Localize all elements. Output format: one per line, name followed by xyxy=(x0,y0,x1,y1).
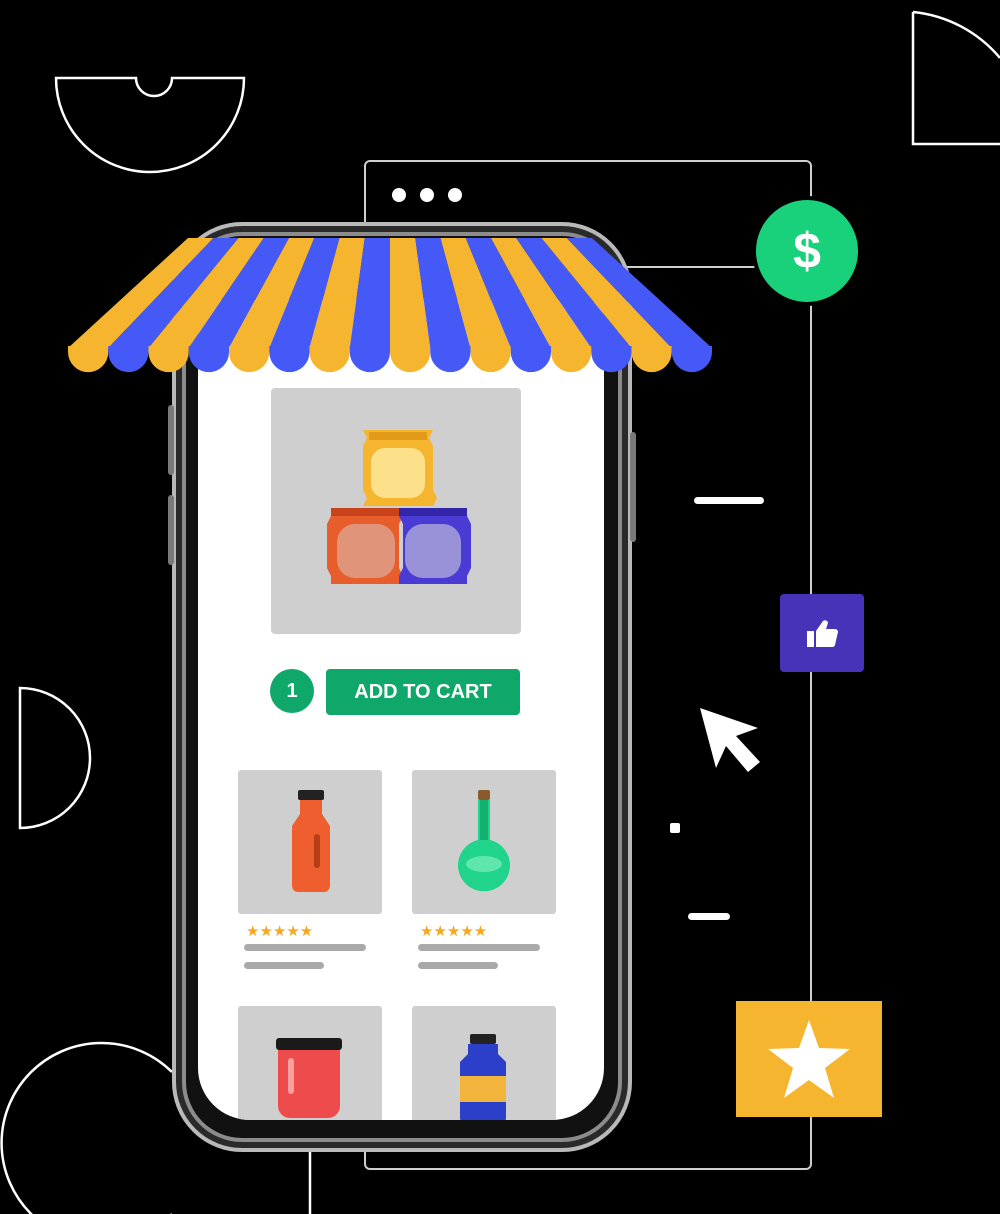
shop-awning xyxy=(68,238,712,373)
awning-scallop xyxy=(591,346,632,373)
awning-scallop xyxy=(510,346,551,373)
featured-product-card[interactable] xyxy=(271,388,521,634)
product-title-placeholder xyxy=(418,944,540,951)
product-price-placeholder xyxy=(418,962,498,969)
green-flask-icon xyxy=(458,790,510,892)
orange-bottle-product-card[interactable] xyxy=(238,770,382,914)
red-jar-icon xyxy=(276,1038,342,1118)
awning-scallop xyxy=(470,346,511,373)
favorite-star-button[interactable] xyxy=(736,1001,882,1117)
snack-bags-icon xyxy=(327,430,471,584)
awning-scallop xyxy=(309,346,350,373)
phone-side-button xyxy=(168,495,174,565)
awning-scallop xyxy=(229,346,270,373)
thumbs-up-icon xyxy=(807,620,838,648)
awning-scallop xyxy=(551,346,592,373)
awning-scallop xyxy=(430,346,471,373)
awning-scallop xyxy=(148,346,189,373)
text-line-decoration xyxy=(694,497,764,504)
thumbs-up-button[interactable] xyxy=(780,594,864,672)
dollar-icon: $ xyxy=(752,196,862,306)
awning-scallop xyxy=(188,346,229,373)
awning-scallop xyxy=(349,346,390,373)
rating-stars: ★★★★★ xyxy=(246,923,314,940)
phone-screen: 1 ADD TO CART ★★★★★ ★★★★★ xyxy=(198,300,604,1120)
green-flask-product-card[interactable] xyxy=(412,770,556,914)
quantity-badge[interactable]: 1 xyxy=(270,669,314,713)
blue-bottle-product-card[interactable] xyxy=(412,1006,556,1120)
phone-side-button xyxy=(168,405,174,475)
product-title-placeholder xyxy=(244,944,366,951)
phone-power-button xyxy=(630,432,636,542)
awning-scallop xyxy=(68,346,109,373)
text-line-decoration xyxy=(688,913,730,920)
orange-bottle-icon xyxy=(292,790,330,892)
product-price-placeholder xyxy=(244,962,324,969)
blue-bottle-icon xyxy=(460,1034,506,1120)
red-jar-product-card[interactable] xyxy=(238,1006,382,1120)
add-to-cart-button[interactable]: ADD TO CART xyxy=(326,669,520,715)
awning-scallop xyxy=(631,346,672,373)
rating-stars: ★★★★★ xyxy=(420,923,488,940)
cursor-arrow-icon xyxy=(700,708,760,772)
awning-scallop xyxy=(108,346,149,373)
dot-decoration xyxy=(670,823,680,833)
awning-scallop xyxy=(671,346,712,373)
awning-scallop xyxy=(390,346,431,373)
awning-scallop xyxy=(269,346,310,373)
window-menu-dots-icon[interactable] xyxy=(392,188,462,202)
star-icon xyxy=(768,1020,850,1098)
